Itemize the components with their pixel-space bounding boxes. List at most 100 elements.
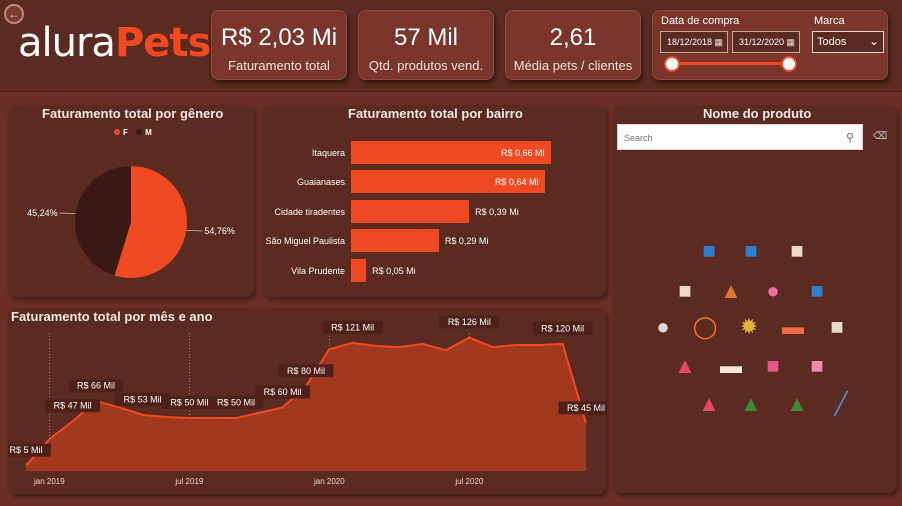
kpi-card-revenue: R$ 2,03 Mi Faturamento total [211,10,347,80]
svg-text:R$ 120 Mil: R$ 120 Mil [541,323,584,333]
cat-wand-toy-icon[interactable]: ╱ [827,390,855,418]
date-end-input[interactable]: 31/12/2020 ▦ [732,31,800,53]
data-label: R$ 121 Mil [322,320,383,334]
svg-text:R$ 50 Mil: R$ 50 Mil [217,398,255,408]
bar-category-label: Cidade tiradentes [274,206,345,217]
brand-select[interactable]: Todos ⌄ [812,31,884,53]
product-name-panel: Nome do produto ⚲ ⌫ ■ ■ ■ ■ ▲ ● ■ ● ◯ ✹ ▬ ■ ▲ ▬ ■ ■ ▲ ▲ ▲ ╱ [613,105,897,493]
product-search-box[interactable]: ⚲ [617,124,863,150]
logo-brand-text: Pets [114,20,211,66]
dog-food-bag-icon[interactable]: ■ [737,237,765,265]
monthly-area-chart: jan 2019 jul 2019 jan 2020 jul 2020 R$ 5 Mil… [8,315,606,486]
data-label: R$ 60 Mil [255,385,311,399]
bar[interactable] [351,199,470,223]
bone-treat-pack-icon[interactable]: ▬ [779,313,807,341]
data-label: R$ 50 Mil [161,396,217,410]
data-label: R$ 80 Mil [278,364,334,378]
date-range-start-handle[interactable] [664,56,680,72]
bar-category-label: Guaianases [296,177,345,188]
dog-collar-icon[interactable]: ◯ [691,313,719,341]
pet-clothing-icon[interactable]: ▲ [695,390,723,418]
data-label: R$ 50 Mil [208,396,264,410]
panel-title: Faturamento total por bairro [348,106,523,121]
filters-panel: Data de compra 18/12/2018 ▦ 31/12/2020 ▦… [652,10,888,80]
svg-text:R$ 53 Mil: R$ 53 Mil [124,394,162,404]
data-label: R$ 126 Mil [439,315,500,329]
kpi-value: 57 Mil [393,24,459,51]
pet-costume-icon[interactable]: ▲ [737,390,765,418]
panel-title: Nome do produto [703,106,812,121]
data-label: R$ 53 Mil [115,392,171,406]
alura-pets-logo: aluraPets [18,20,211,70]
bone-icon[interactable]: ▬ [717,352,745,380]
brand-select-value: Todos [817,36,847,48]
x-tick-label: jan 2020 [313,477,345,486]
svg-text:R$ 50 Mil: R$ 50 Mil [170,398,208,408]
calendar-icon[interactable]: ▦ [786,32,795,52]
top-bar: ← aluraPets R$ 2,03 Mi Faturamento total… [0,0,902,92]
pie-data-label: 54,76% [204,226,235,236]
dog-treat-jar-icon[interactable]: ■ [671,277,699,305]
svg-text:R$ 121 Mil: R$ 121 Mil [331,322,374,332]
date-start-value: 18/12/2018 [667,37,713,47]
kpi-label: Média pets / clientes [513,58,633,73]
cat-food-box-icon[interactable]: ■ [803,352,831,380]
pie-leader-line [186,229,203,232]
svg-text:R$ 60 Mil: R$ 60 Mil [264,387,302,397]
dog-sweater-icon[interactable]: ▲ [717,277,745,305]
pie-data-label: 45,24% [27,208,58,218]
dog-treat-box-icon[interactable]: ■ [759,352,787,380]
svg-text:R$ 45 Mil: R$ 45 Mil [567,403,605,413]
dog-food-bag-icon[interactable]: ■ [695,237,723,265]
bar[interactable] [351,258,367,282]
svg-text:R$ 47 Mil: R$ 47 Mil [54,401,92,411]
svg-text:R$ 66 Mil: R$ 66 Mil [77,381,115,391]
x-tick-label: jul 2019 [174,477,204,486]
kpi-value: R$ 2,03 Mi [220,24,338,51]
x-tick-label: jan 2019 [33,477,65,486]
date-range-slider-track[interactable] [670,62,790,65]
date-end-value: 31/12/2020 [739,37,785,47]
clear-filter-icon[interactable]: ⌫ [873,131,887,142]
dog-treat-jar-icon[interactable]: ■ [823,313,851,341]
data-label: R$ 66 Mil [68,379,124,393]
pet-tag-icon[interactable]: ● [759,277,787,305]
data-label: R$ 5 Mil [8,443,51,457]
bar-data-label: R$ 0,29 Mi [444,236,489,247]
date-range-end-handle[interactable] [781,56,797,72]
logo-text: alura [18,20,116,66]
dog-treat-jar-icon[interactable]: ■ [783,237,811,265]
bar-data-label: R$ 0,05 Mi [372,265,416,276]
bar-data-label: R$ 0,39 Mi [475,206,519,217]
dog-food-bag-icon[interactable]: ■ [803,277,831,305]
chevron-down-icon: ⌄ [868,34,879,48]
data-label: R$ 120 Mil [532,321,593,335]
pie-leader-line [59,212,76,215]
kpi-card-products-sold: 57 Mil Qtd. produtos vend. [358,10,494,80]
bar[interactable] [351,229,439,253]
kpi-label: Qtd. produtos vend. [368,58,484,73]
bairro-revenue-panel: Faturamento total por bairro Itaquera R$ … [262,105,606,297]
date-filter-label: Data de compra [661,15,740,27]
scratcher-ball-icon[interactable]: ✹ [735,313,763,341]
search-icon[interactable]: ⚲ [846,131,854,144]
gender-pie-chart: 54,76% 45,24% [27,166,235,278]
bar-category-label: Vila Prudente [291,265,345,276]
calendar-icon[interactable]: ▦ [714,32,723,52]
monthly-revenue-panel: Faturamento total por mês e ano jan 2019… [8,308,606,494]
x-tick-label: jul 2020 [454,477,484,486]
bar-category-label: São Miguel Paulista [265,236,345,247]
kpi-label: Faturamento total [228,58,330,73]
bar-data-label: R$ 0,64 Mi [494,177,539,188]
mouse-toy-icon[interactable]: ● [649,313,677,341]
kpi-value: 2,61 [549,24,597,51]
pet-clothing-icon[interactable]: ▲ [671,352,699,380]
bar-data-label: R$ 0,66 Mi [501,148,545,158]
bar-category-label: Itaquera [311,148,345,158]
date-start-input[interactable]: 18/12/2018 ▦ [660,31,728,53]
kpi-card-pets-per-client: 2,61 Média pets / clientes [505,10,641,80]
svg-text:R$ 126 Mil: R$ 126 Mil [448,317,491,327]
pet-costume-icon[interactable]: ▲ [783,390,811,418]
svg-text:R$ 80 Mil: R$ 80 Mil [287,366,325,376]
product-search-input[interactable] [624,130,834,146]
